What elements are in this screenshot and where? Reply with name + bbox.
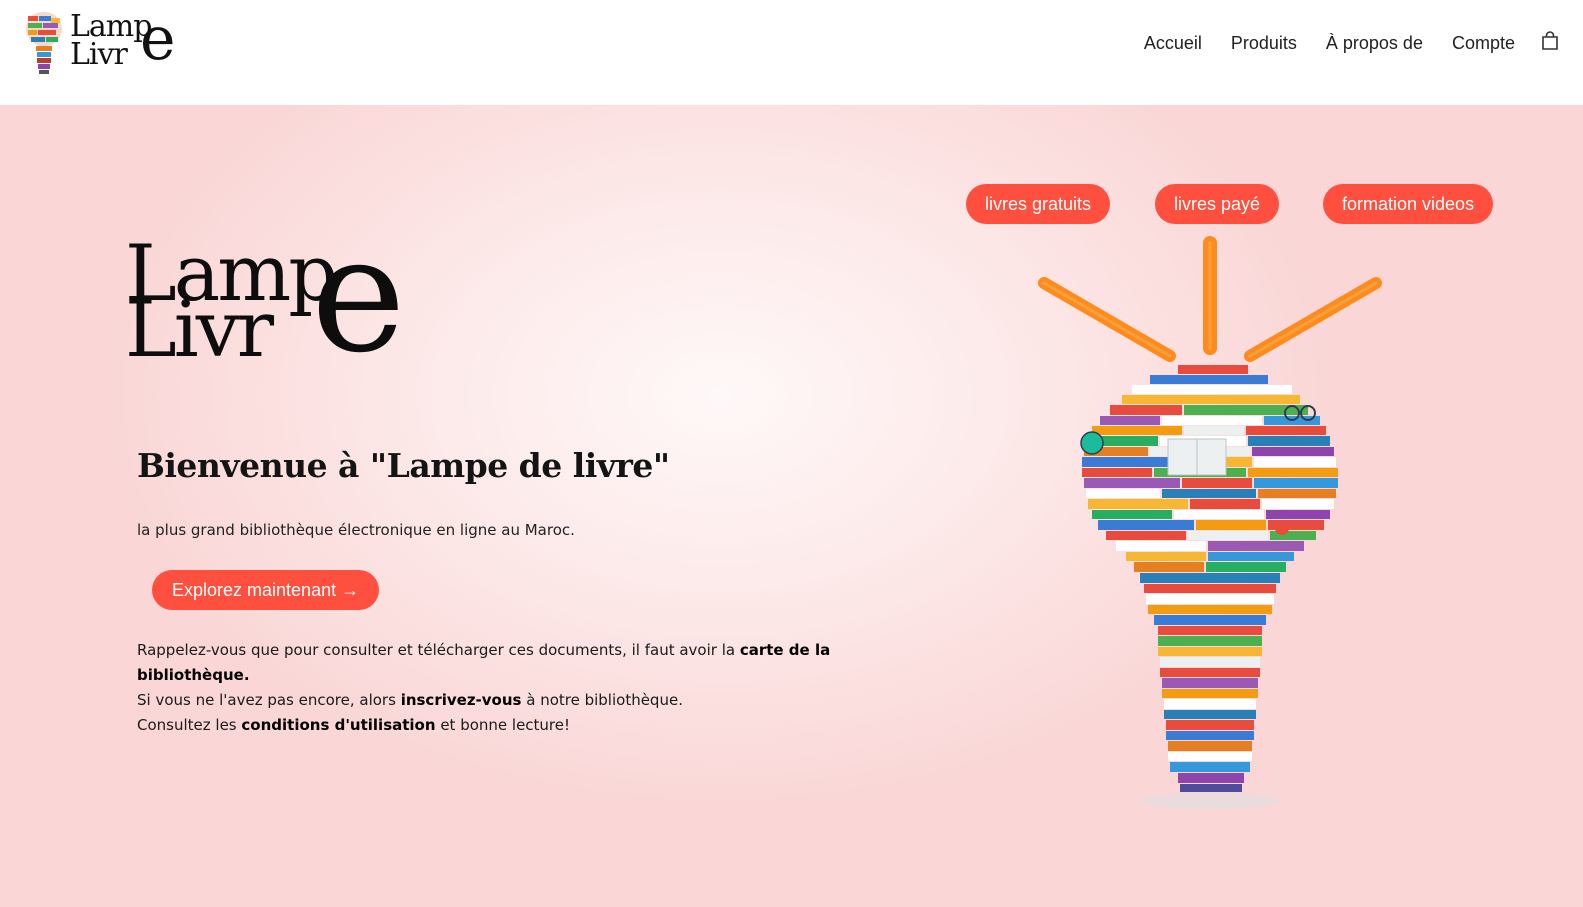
register-text: inscrivez-vous [400,691,522,709]
hero-logo-e: e [311,201,406,388]
notice-text: et bonne lecture! [435,716,571,734]
hero-section: Lamp Livr e Bienvenue à "Lampe de livre"… [0,105,1583,907]
lightbulb-logo-icon [26,12,62,74]
training-videos-button[interactable]: formation videos [1323,184,1494,224]
notice-text: Consultez les [137,716,242,734]
site-header: Lamp Livr e Accueil Produits À propos de… [0,0,1583,105]
logo-text-livr: Livr [70,37,128,72]
nav-link-about[interactable]: À propos de [1326,30,1423,56]
terms-of-use-text: conditions d'utilisation [241,716,436,734]
shopping-bag-icon[interactable] [1541,31,1559,51]
notice-text: à notre bibliothèque. [521,691,683,709]
nav-link-home[interactable]: Accueil [1144,30,1202,56]
notice-text: . [243,666,250,684]
nav-link-account[interactable]: Compte [1452,30,1515,56]
tagline: la plus grand bibliothèque électronique … [137,521,575,539]
nav-link-products[interactable]: Produits [1231,30,1297,56]
hero-logo-livr: Livr [125,285,274,375]
notice-text: Rappelez-vous que pour consulter et télé… [137,641,740,659]
notice-text: Si vous ne l'avez pas encore, alors [137,691,401,709]
hero-logo: Lamp Livr e [125,215,425,375]
site-logo[interactable]: Lamp Livr e [22,6,192,78]
book-lightbulb-illustration [1038,236,1382,809]
welcome-title: Bienvenue à "Lampe de livre" [137,446,670,485]
free-books-button[interactable]: livres gratuits [966,184,1111,224]
books-bulb-shape [1082,365,1338,792]
main-nav: Accueil Produits À propos de Compte [1115,30,1559,56]
logo-text-e: e [140,4,176,74]
explore-now-button[interactable]: Explorez maintenant → [152,570,380,610]
library-notice: Rappelez-vous que pour consulter et télé… [137,638,837,738]
paid-books-button[interactable]: livres payé [1155,184,1280,224]
